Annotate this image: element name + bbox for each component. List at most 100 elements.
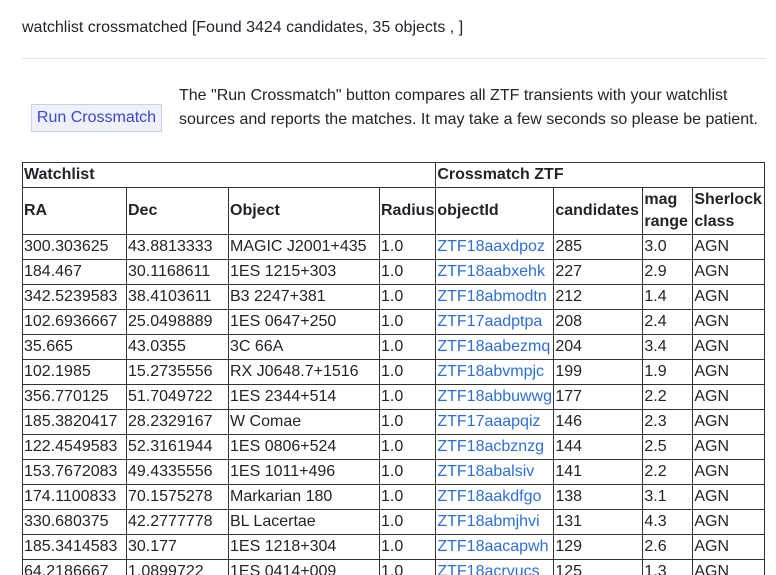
column-header-candidates: candidates (553, 187, 644, 235)
table-row: 153.7672083 49.4335556 1ES 1011+496 1.0 ZTF1… (22, 459, 766, 485)
cell-mag-range: 3.0 (642, 234, 694, 260)
cell-ra: 174.1100833 (22, 484, 127, 510)
table-row: 330.680375 42.2777778 BL Lacertae 1.0 ZTF18a… (22, 509, 766, 535)
cell-candidates: 125 (553, 559, 644, 575)
cell-mag-range: 1.4 (642, 284, 694, 310)
cell-candidates: 199 (553, 359, 644, 385)
cell-radius: 1.0 (378, 534, 437, 560)
objectid-cell: ZTF18acbznzg (435, 434, 555, 460)
cell-object: 1ES 0414+009 (228, 559, 380, 575)
table-row: 184.467 30.1168611 1ES 1215+303 1.0 ZTF18aab… (22, 259, 766, 285)
table-row: 185.3820417 28.2329167 W Comae 1.0 ZTF17aaap… (22, 409, 766, 435)
cell-object: 1ES 2344+514 (228, 384, 380, 410)
cell-candidates: 208 (553, 309, 644, 335)
cell-mag-range: 4.3 (642, 509, 694, 535)
objectid-link[interactable]: ZTF18aabezmq (437, 338, 550, 355)
cell-dec: 70.1575278 (126, 484, 229, 510)
cell-object: RX J0648.7+1516 (228, 359, 380, 385)
cell-ra: 342.5239583 (22, 284, 127, 310)
cell-dec: 51.7049722 (126, 384, 229, 410)
column-header-mag-range: mag range (642, 187, 694, 235)
cell-candidates: 129 (553, 534, 644, 560)
cell-object: 1ES 1011+496 (228, 459, 380, 485)
run-crossmatch-button[interactable]: Run Crossmatch (31, 104, 162, 132)
cell-dec: 1.0899722 (126, 559, 229, 575)
objectid-link[interactable]: ZTF18aacapwh (437, 538, 548, 555)
cell-candidates: 212 (553, 284, 644, 310)
cell-sherlock-class: AGN (692, 459, 766, 485)
cell-candidates: 146 (553, 409, 644, 435)
table-row: 300.303625 43.8813333 MAGIC J2001+435 1.0 ZT… (22, 234, 766, 260)
cell-ra: 102.1985 (22, 359, 127, 385)
cell-object: Markarian 180 (228, 484, 380, 510)
cell-dec: 52.3161944 (126, 434, 229, 460)
cell-ra: 35.665 (22, 334, 127, 360)
objectid-link[interactable]: ZTF18acbznzg (437, 438, 544, 455)
cell-radius: 1.0 (378, 309, 437, 335)
objectid-cell: ZTF18abvmpjc (435, 359, 555, 385)
table-row: 102.6936667 25.0498889 1ES 0647+250 1.0 ZTF1… (22, 309, 766, 335)
objectid-cell: ZTF18aaxdpoz (435, 234, 555, 260)
cell-dec: 30.177 (126, 534, 229, 560)
objectid-link[interactable]: ZTF17aaapqiz (437, 413, 540, 430)
objectid-link[interactable]: ZTF18abalsiv (437, 463, 534, 480)
objectid-link[interactable]: ZTF18abmodtn (437, 288, 546, 305)
cell-mag-range: 2.3 (642, 409, 694, 435)
cell-sherlock-class: AGN (692, 484, 766, 510)
objectid-link[interactable]: ZTF18abbuwwg (437, 388, 552, 405)
cell-mag-range: 2.2 (642, 384, 694, 410)
cell-ra: 330.680375 (22, 509, 127, 535)
cell-dec: 38.4103611 (126, 284, 229, 310)
cell-mag-range: 2.9 (642, 259, 694, 285)
objectid-cell: ZTF18aacapwh (435, 534, 555, 560)
objectid-cell: ZTF18abbuwwg (435, 384, 555, 410)
objectid-cell: ZTF18abmjhvi (435, 509, 555, 535)
cell-radius: 1.0 (378, 259, 437, 285)
table-row: 64.2186667 1.0899722 1ES 0414+009 1.0 ZTF18a… (22, 559, 766, 575)
page-title: watchlist crossmatched [Found 3424 candi… (22, 19, 464, 36)
watchlist-table: Watchlist Crossmatch ZTF RA Dec Object R… (21, 162, 766, 575)
objectid-link[interactable]: ZTF18acrvucs (437, 563, 539, 575)
cell-sherlock-class: AGN (692, 534, 766, 560)
watchlist-group-header: Watchlist (21, 162, 437, 188)
cell-mag-range: 3.1 (642, 484, 694, 510)
crossmatch-description: The "Run Crossmatch" button compares all… (179, 87, 758, 128)
cell-mag-range: 2.6 (642, 534, 694, 560)
objectid-link[interactable]: ZTF18abmjhvi (437, 513, 539, 530)
objectid-link[interactable]: ZTF18aakdfgo (437, 488, 541, 505)
cell-sherlock-class: AGN (692, 359, 766, 385)
objectid-cell: ZTF17aaapqiz (435, 409, 555, 435)
objectid-cell: ZTF18aakdfgo (435, 484, 555, 510)
cell-ra: 300.303625 (22, 234, 127, 260)
cell-radius: 1.0 (378, 359, 437, 385)
cell-radius: 1.0 (378, 484, 437, 510)
cell-object: B3 2247+381 (228, 284, 380, 310)
cell-dec: 42.2777778 (126, 509, 229, 535)
cell-candidates: 227 (553, 259, 644, 285)
cell-radius: 1.0 (378, 559, 437, 575)
cell-radius: 1.0 (378, 459, 437, 485)
cell-dec: 49.4335556 (126, 459, 229, 485)
cell-sherlock-class: AGN (692, 259, 766, 285)
cell-candidates: 138 (553, 484, 644, 510)
cell-ra: 64.2186667 (22, 559, 127, 575)
cell-object: MAGIC J2001+435 (228, 234, 380, 260)
cell-ra: 185.3414583 (22, 534, 127, 560)
cell-ra: 184.467 (22, 259, 127, 285)
cell-sherlock-class: AGN (692, 234, 766, 260)
objectid-cell: ZTF18acrvucs (435, 559, 555, 575)
column-header-sherlock-class: Sherlock class (692, 187, 766, 235)
objectid-link[interactable]: ZTF18aabxehk (437, 263, 545, 280)
cell-dec: 43.0355 (126, 334, 229, 360)
cell-mag-range: 1.9 (642, 359, 694, 385)
cell-candidates: 141 (553, 459, 644, 485)
objectid-link[interactable]: ZTF17aadptpa (437, 313, 542, 330)
objectid-link[interactable]: ZTF18abvmpjc (437, 363, 544, 380)
table-row: 122.4549583 52.3161944 1ES 0806+524 1.0 ZTF1… (22, 434, 766, 460)
cell-object: 1ES 1215+303 (228, 259, 380, 285)
objectid-link[interactable]: ZTF18aaxdpoz (437, 238, 545, 255)
column-header-object: Object (228, 187, 380, 235)
table-row: 185.3414583 30.177 1ES 1218+304 1.0 ZTF18aac… (22, 534, 766, 560)
objectid-cell: ZTF18aabezmq (435, 334, 555, 360)
cell-mag-range: 1.3 (642, 559, 694, 575)
